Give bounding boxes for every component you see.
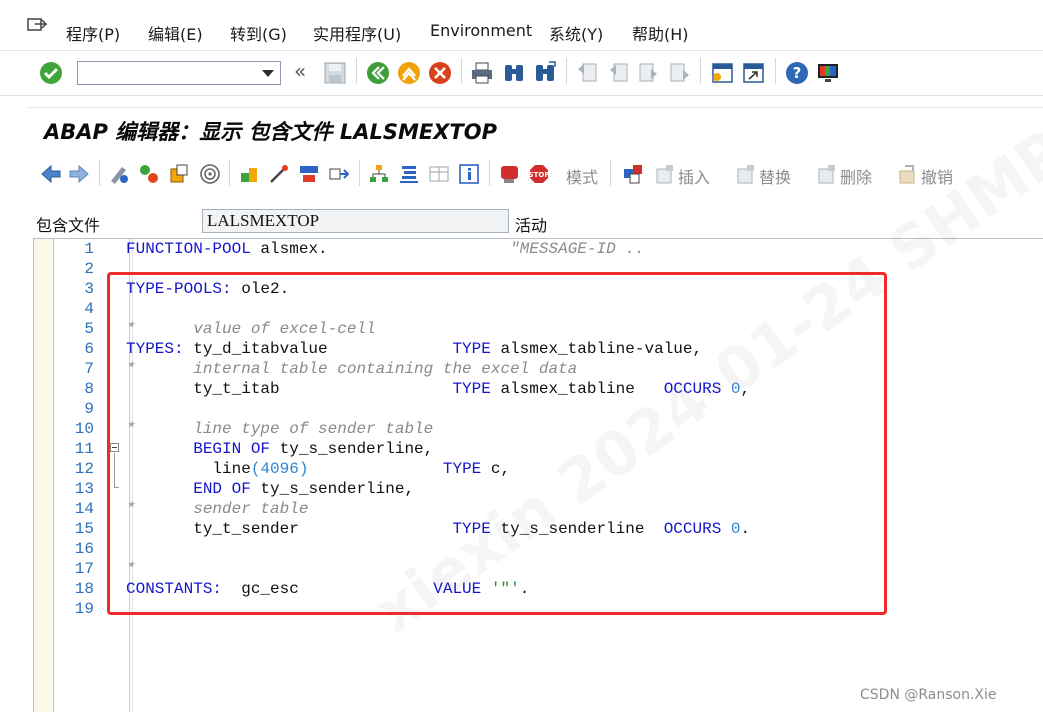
magic-wand-icon[interactable] [268, 163, 290, 185]
line-number: 10 [74, 420, 94, 438]
shortcut-icon[interactable] [741, 61, 765, 85]
cancel-icon[interactable] [428, 61, 452, 85]
info-icon[interactable] [458, 163, 480, 185]
line-number: 16 [74, 540, 94, 558]
pattern-icon[interactable] [622, 163, 644, 185]
find-icon[interactable] [502, 61, 526, 85]
svg-text:STOP: STOP [529, 171, 550, 179]
line-number: 3 [84, 280, 94, 298]
line-number: 8 [84, 380, 94, 398]
line-number: 6 [84, 340, 94, 358]
display-change-icon[interactable] [108, 163, 130, 185]
navigate-icon[interactable] [328, 163, 350, 185]
credit-text: CSDN @Ranson.Xie [860, 687, 997, 703]
line-number: 11 [74, 440, 94, 458]
line-number: 4 [84, 300, 94, 318]
chevron-down-icon[interactable] [262, 70, 274, 77]
line-number: 12 [74, 460, 94, 478]
arrow-right-icon[interactable] [68, 163, 90, 185]
menu-utilities[interactable]: 实用程序(U) [313, 21, 401, 45]
object-list-icon[interactable] [368, 163, 390, 185]
insert-button[interactable]: 插入 [678, 164, 710, 188]
code-token: FUNCTION-POOL [126, 240, 251, 258]
save-icon[interactable] [323, 61, 347, 85]
last-page-icon[interactable] [668, 61, 692, 85]
collapse-toolbar-icon[interactable]: « [294, 59, 306, 83]
prev-page-icon[interactable] [606, 61, 630, 85]
menu-environment[interactable]: Environment [430, 21, 532, 40]
code-token: "MESSAGE-ID .. [510, 240, 645, 258]
delete-icon[interactable] [816, 163, 838, 185]
arrow-left-icon[interactable] [40, 163, 62, 185]
menu-edit[interactable]: 编辑(E) [148, 21, 203, 45]
enter-check-icon[interactable] [39, 61, 63, 85]
svg-text:?: ? [793, 64, 802, 82]
include-field[interactable]: LALSMEXTOP [202, 209, 509, 233]
mode-button[interactable]: 模式 [566, 164, 598, 188]
delete-button[interactable]: 删除 [840, 164, 872, 188]
line-number: 14 [74, 500, 94, 518]
line-number: 17 [74, 560, 94, 578]
pretty-printer-icon[interactable] [398, 163, 420, 185]
create-session-icon[interactable] [710, 61, 734, 85]
line-number: 18 [74, 580, 94, 598]
menu-program[interactable]: 程序(P) [66, 21, 120, 45]
include-label: 包含文件 [36, 216, 101, 235]
page-title: ABAP 编辑器：显示 包含文件 LALSMEXTOP [44, 120, 497, 144]
line-number: 15 [74, 520, 94, 538]
line-number: 1 [84, 240, 94, 258]
active-inactive-icon[interactable] [138, 163, 160, 185]
split-screen-icon[interactable] [428, 163, 450, 185]
code-line[interactable]: FUNCTION-POOL alsmex. "MESSAGE-ID .. [126, 240, 645, 258]
exit-icon[interactable] [397, 61, 421, 85]
back-icon[interactable] [366, 61, 390, 85]
layout-icon[interactable] [816, 61, 840, 85]
first-page-icon[interactable] [575, 61, 599, 85]
line-number: 19 [74, 600, 94, 618]
set-breakpoint-icon[interactable] [498, 163, 520, 185]
where-used-icon[interactable] [298, 163, 320, 185]
next-page-icon[interactable] [637, 61, 661, 85]
other-object-icon[interactable] [168, 163, 190, 185]
undo-icon[interactable] [897, 163, 919, 185]
line-number: 13 [74, 480, 94, 498]
menu-goto[interactable]: 转到(G) [230, 21, 287, 45]
replace-button[interactable]: 替换 [759, 164, 791, 188]
menu-help[interactable]: 帮助(H) [632, 21, 689, 45]
replace-icon[interactable] [735, 163, 757, 185]
line-number: 5 [84, 320, 94, 338]
find-next-icon[interactable] [533, 61, 557, 85]
session-breakpoint-icon[interactable]: STOP [528, 163, 550, 185]
print-icon[interactable] [470, 61, 494, 85]
command-field[interactable] [77, 61, 281, 85]
line-number: 9 [84, 400, 94, 418]
session-icon[interactable] [27, 18, 47, 34]
insert-icon[interactable] [654, 163, 676, 185]
check-syntax-icon[interactable] [199, 163, 221, 185]
status-text: 活动 [515, 216, 548, 235]
activate-icon[interactable] [238, 163, 260, 185]
line-number: 7 [84, 360, 94, 378]
help-icon[interactable]: ? [785, 61, 809, 85]
code-token: alsmex. [250, 240, 511, 258]
menu-system[interactable]: 系统(Y) [549, 21, 603, 45]
line-number: 2 [84, 260, 94, 278]
